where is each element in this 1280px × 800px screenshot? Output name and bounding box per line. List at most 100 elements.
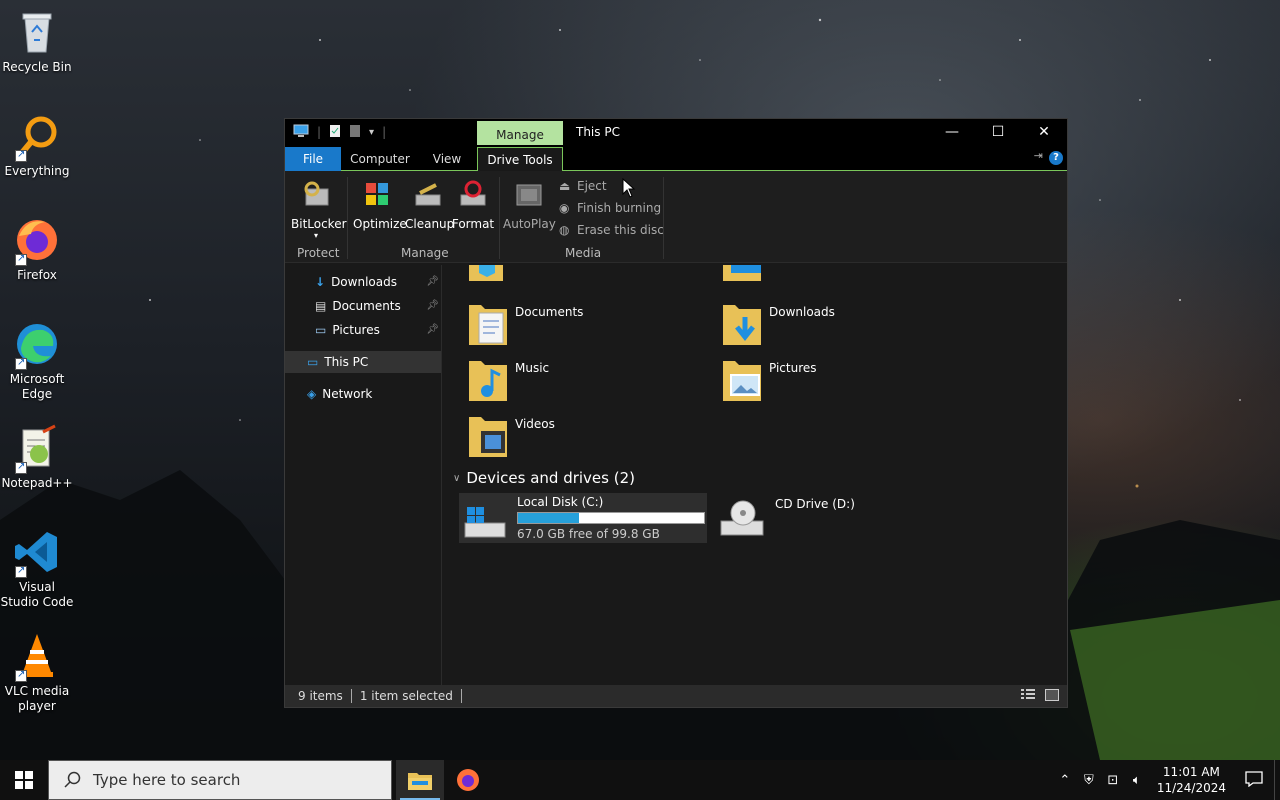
desktop-icon-everything[interactable]: Everything (0, 112, 74, 179)
pin-ribbon-icon[interactable]: ⇥ (1034, 149, 1043, 162)
disk-cleanup-icon (412, 179, 444, 211)
nav-item-network[interactable]: ◈ Network (307, 383, 437, 405)
show-hidden-icons-chevron-icon[interactable]: ⌃ (1053, 773, 1077, 788)
disc-erase-icon: ◍ (559, 223, 570, 237)
taskbar-firefox[interactable] (444, 760, 492, 800)
autoplay-button[interactable]: AutoPlay (503, 179, 556, 231)
pin-icon[interactable]: 📌︎ (426, 271, 439, 293)
desktop-icon-edge[interactable]: Microsoft Edge (0, 320, 74, 402)
tab-computer[interactable]: Computer (345, 147, 415, 171)
music-folder-icon (469, 357, 507, 404)
format-icon (457, 179, 489, 211)
network-icon: ◈ (307, 387, 317, 401)
content-pane: Documents Downloads Music Pictures Video… (443, 265, 1067, 685)
tab-drive-tools[interactable]: Drive Tools (477, 147, 563, 171)
autoplay-icon (513, 179, 545, 211)
computer-icon: ▭ (307, 355, 319, 369)
format-button[interactable]: Format (451, 179, 495, 231)
drive-cd-d[interactable]: CD Drive (D:) (719, 495, 855, 542)
nav-item-downloads[interactable]: ↓ Downloads 📌︎ (315, 271, 439, 293)
desktop-icon-firefox[interactable]: Firefox (0, 216, 74, 283)
taskbar-file-explorer[interactable] (396, 760, 444, 800)
vscode-icon (13, 528, 61, 578)
file-explorer-icon (408, 773, 432, 790)
large-icons-view-button[interactable] (1045, 689, 1059, 701)
bitlocker-icon (300, 179, 332, 211)
mouse-cursor-icon (622, 178, 636, 198)
vlc-icon (13, 632, 61, 682)
item-count: 9 items (298, 689, 343, 703)
navigation-pane: ↓ Downloads 📌︎ ▤ Documents 📌︎ ▭ Pictures… (285, 265, 442, 685)
status-bar: 9 items 1 item selected (285, 685, 1067, 707)
bitlocker-button[interactable]: BitLocker ▾ (291, 179, 347, 240)
notification-icon (1245, 770, 1263, 787)
picture-icon: ▭ (315, 323, 327, 337)
nav-item-pictures[interactable]: ▭ Pictures 📌︎ (315, 319, 439, 341)
eject-button[interactable]: ⏏ Eject (559, 179, 607, 193)
everything-search-icon (13, 112, 61, 162)
ribbon: BitLocker ▾ Protect Optimize Cleanup For… (285, 171, 1067, 263)
taskbar-clock[interactable]: 11:01 AM 11/24/2024 (1149, 764, 1234, 796)
chevron-down-icon: ∨ (453, 472, 461, 484)
action-center-button[interactable] (1234, 770, 1274, 790)
desktop-icon-vlc[interactable]: VLC media player (0, 632, 74, 714)
videos-folder-icon (469, 413, 507, 460)
pin-icon[interactable]: 📌︎ (426, 295, 439, 317)
minimize-button[interactable]: — (929, 119, 975, 145)
download-arrow-icon: ↓ (315, 275, 326, 289)
document-icon: ▤ (315, 299, 327, 313)
maximize-button[interactable]: ☐ (975, 119, 1021, 145)
folder-documents[interactable]: Documents (469, 301, 583, 348)
downloads-folder-icon (723, 301, 761, 348)
folder-downloads[interactable]: Downloads (723, 301, 835, 348)
quick-access-toolbar: | ▾ | (285, 124, 386, 141)
computer-icon (293, 124, 309, 141)
details-view-button[interactable] (1021, 689, 1035, 701)
close-button[interactable]: ✕ (1021, 119, 1067, 145)
folder-3d-objects-partial[interactable] (469, 265, 505, 281)
tab-view[interactable]: View (425, 147, 469, 171)
cleanup-button[interactable]: Cleanup (405, 179, 454, 231)
group-manage-label: Manage (401, 246, 449, 260)
system-tray: ⌃ ⛨ ⊡ 🔈︎ 11:01 AM 11/24/2024 (1053, 760, 1280, 800)
new-folder-icon[interactable] (349, 124, 361, 141)
optimize-button[interactable]: Optimize (353, 179, 407, 231)
title-bar: | ▾ | Manage This PC — ☐ ✕ (285, 119, 1067, 149)
recycle-bin-icon (13, 8, 61, 56)
tab-file[interactable]: File (285, 147, 341, 171)
show-desktop-button[interactable] (1274, 760, 1280, 800)
desktop-icon-vscode[interactable]: Visual Studio Code (0, 528, 74, 610)
start-button[interactable] (0, 760, 48, 800)
nav-item-documents[interactable]: ▤ Documents 📌︎ (315, 295, 439, 317)
nav-item-this-pc[interactable]: ▭ This PC (285, 351, 441, 373)
folder-pictures[interactable]: Pictures (723, 357, 817, 404)
security-icon[interactable]: ⛨ (1077, 773, 1101, 788)
finish-burning-button[interactable]: ◉ Finish burning (559, 201, 661, 215)
desktop-icon-recycle-bin[interactable]: Recycle Bin (0, 8, 74, 75)
devices-and-drives-header[interactable]: ∨ Devices and drives (2) (453, 469, 635, 487)
customize-qat-icon[interactable]: ▾ (369, 127, 374, 138)
folder-videos[interactable]: Videos (469, 413, 555, 460)
file-explorer-window: | ▾ | Manage This PC — ☐ ✕ File Computer… (284, 118, 1068, 708)
documents-folder-icon (469, 301, 507, 348)
properties-icon[interactable] (329, 124, 341, 141)
folder-desktop-partial[interactable] (723, 265, 763, 281)
drive-local-disk-c[interactable]: Local Disk (C:) 67.0 GB free of 99.8 GB (459, 493, 707, 543)
folder-music[interactable]: Music (469, 357, 549, 404)
volume-muted-icon[interactable]: 🔈︎ (1125, 773, 1149, 788)
help-icon[interactable]: ? (1049, 151, 1063, 165)
taskbar-search-box[interactable]: Type here to search (48, 760, 392, 800)
firefox-icon (457, 769, 479, 791)
windows-drive-icon (463, 495, 507, 541)
erase-disc-button[interactable]: ◍ Erase this disc (559, 223, 664, 237)
desktop-icon-notepad-plus-plus[interactable]: Notepad++ (0, 424, 74, 491)
optimize-icon (362, 179, 394, 211)
group-protect-label: Protect (297, 246, 340, 260)
pin-icon[interactable]: 📌︎ (426, 319, 439, 341)
windows-logo-icon (15, 771, 33, 789)
cd-drive-icon (719, 495, 765, 542)
window-title: This PC (576, 125, 620, 139)
drive-usage-bar (517, 512, 705, 524)
network-icon[interactable]: ⊡ (1101, 773, 1125, 788)
edge-icon (13, 320, 61, 370)
